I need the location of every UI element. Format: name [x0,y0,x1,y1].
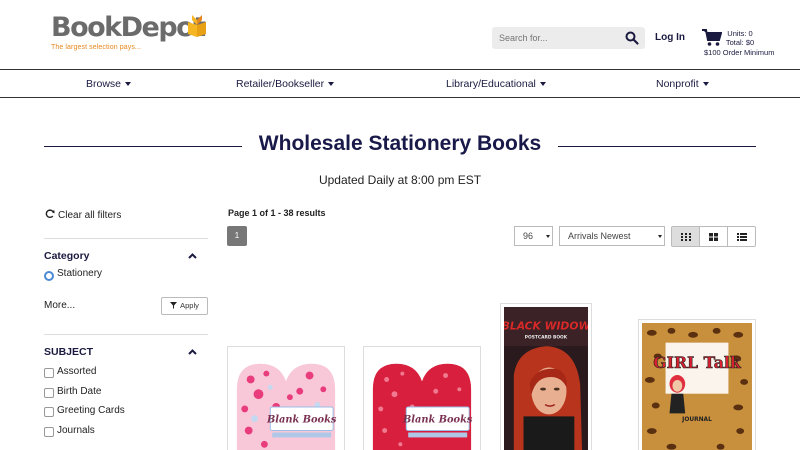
caret-down-icon [125,82,132,87]
subject-checkbox-journals[interactable] [44,427,54,437]
grid-icon [709,232,718,241]
product-card[interactable]: BLACK WIDOW POSTCARD BOOK [500,303,592,450]
subject-label: Journals [57,425,95,436]
list-view-button[interactable] [728,227,755,246]
product-cover-image: Blank Books [367,350,477,450]
cart-summary[interactable]: Units: 0 Total: $0 [725,29,755,47]
subject-checkbox-birth-date[interactable] [44,388,54,398]
chevron-up-icon[interactable] [188,253,197,259]
apply-button[interactable]: Apply [161,297,208,315]
subject-checkbox-greeting-cards[interactable] [44,407,54,417]
subject-label: Birth Date [57,386,102,397]
view-toggle [671,226,756,247]
category-option-label: Stationery [57,268,103,279]
cover-title: Blank Books [266,415,337,426]
clear-filters-label: Clear all filters [58,210,122,221]
login-link[interactable]: Log In [655,32,685,43]
cart-total: Total: $0 [725,38,755,47]
subject-label: Greeting Cards [57,405,125,416]
apply-label: Apply [180,301,199,310]
more-link[interactable]: More... [44,300,75,311]
sidebar-divider [44,334,208,335]
category-heading: Category [44,250,90,262]
caret-down-icon [539,82,546,87]
caret-down-icon [702,82,709,87]
logo-tagline: The largest selection pays... [51,44,142,51]
sort-select[interactable]: Arrivals Newest [559,226,665,246]
sidebar-divider [44,238,208,239]
results-summary: Page 1 of 1 - 38 results [228,208,326,218]
product-card[interactable]: Blank Books [227,346,345,450]
grid-view-button[interactable] [700,227,728,246]
cover-title: BLACK WIDOW [504,319,588,332]
book-logo-icon [188,15,206,37]
subject-checkbox-assorted[interactable] [44,368,54,378]
caret-down-icon [658,235,662,238]
cover-title: Blank Books [402,415,473,426]
product-cover-image: GIRL Talk JOURNAL [642,323,752,450]
category-radio-stationery[interactable] [44,271,54,281]
cart-minimum: $100 Order Minimum [704,48,775,57]
nav-label: Retailer/Bookseller [236,78,325,90]
list-icon [736,232,747,241]
cover-subtitle: JOURNAL [681,417,712,423]
nav-label: Library/Educational [446,78,536,90]
page-title: Wholesale Stationery Books [258,132,542,155]
sort-value: Arrivals Newest [568,231,631,241]
grid-small-icon [680,232,691,241]
site-logo[interactable]: BookDepot The largest selection pays... [51,12,206,52]
logo-text: BookDepot [51,12,206,43]
clear-filters-link[interactable]: Clear all filters [45,209,121,221]
per-page-value: 96 [523,231,534,241]
product-card[interactable]: Blank Books [363,346,481,450]
page-button-1[interactable]: 1 [227,226,247,246]
nav-nonprofit[interactable]: Nonprofit [656,78,709,90]
search-bar [492,27,645,49]
subject-heading: SUBJECT [44,346,94,358]
main-nav: Browse Retailer/Bookseller Library/Educa… [0,69,800,98]
subject-label: Assorted [57,366,97,377]
product-cover-image: Blank Books [231,350,341,450]
search-input[interactable] [492,27,617,49]
nav-label: Nonprofit [656,78,699,90]
caret-down-icon [328,82,335,87]
refresh-icon [45,209,55,219]
grid-large-view-button[interactable] [672,227,700,246]
cover-title: GIRL Talk [653,353,742,372]
updated-notice: Updated Daily at 8:00 pm EST [318,173,482,187]
search-icon[interactable] [625,31,639,45]
product-cover-image: BLACK WIDOW POSTCARD BOOK [504,307,588,450]
nav-library[interactable]: Library/Educational [446,78,546,90]
per-page-select[interactable]: 96 [514,226,553,246]
chevron-up-icon[interactable] [188,349,197,355]
cart-icon[interactable] [702,29,722,47]
cover-subtitle: POSTCARD BOOK [525,334,568,340]
filter-icon [170,302,178,309]
nav-label: Browse [86,78,122,90]
nav-retailer[interactable]: Retailer/Bookseller [236,78,335,90]
caret-down-icon [546,235,550,238]
product-card[interactable]: GIRL Talk JOURNAL [638,319,756,450]
cart-units: Units: 0 [727,29,753,38]
nav-browse[interactable]: Browse [86,78,132,90]
